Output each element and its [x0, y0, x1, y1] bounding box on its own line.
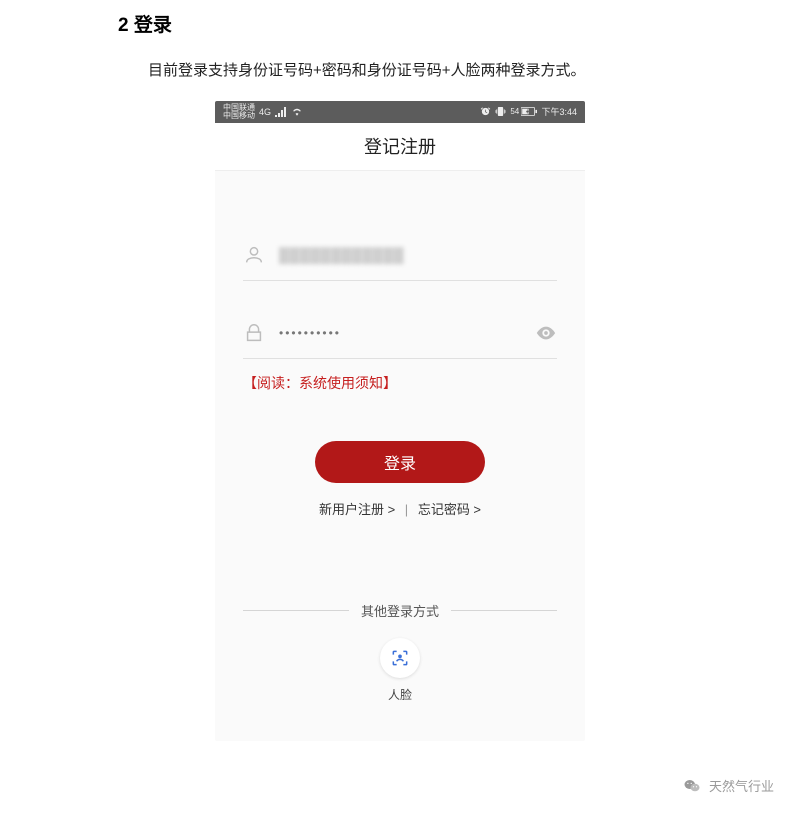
section-body: 目前登录支持身份证号码+密码和身份证号码+人脸两种登录方式。 — [118, 55, 682, 87]
wechat-icon — [683, 778, 701, 794]
lock-icon — [243, 322, 265, 344]
password-field[interactable]: •••••••••• — [243, 309, 557, 359]
face-label: 人脸 — [388, 686, 412, 703]
watermark: 天然气行业 — [683, 776, 774, 795]
notice-link[interactable]: 【阅读：系统使用须知】 — [243, 373, 557, 393]
status-bar: 中国联通 中国移动 4G 54 下午3:44 — [215, 101, 585, 123]
network-label: 4G — [259, 107, 271, 117]
alarm-icon — [480, 106, 491, 117]
page-title: 登记注册 — [364, 133, 436, 159]
id-field[interactable]: ████████████ — [243, 231, 557, 281]
vibrate-icon — [495, 106, 506, 117]
divider-left — [243, 610, 349, 611]
face-login-button[interactable]: 人脸 — [380, 638, 420, 703]
other-login-label: 其他登录方式 — [361, 601, 439, 620]
id-value: ████████████ — [279, 247, 557, 263]
login-button[interactable]: 登录 — [315, 441, 485, 483]
clock-time: 下午3:44 — [541, 105, 577, 118]
user-icon — [243, 244, 265, 266]
forgot-link[interactable]: 忘记密码 > — [418, 502, 481, 517]
section-heading: 2 登录 — [118, 10, 682, 37]
register-link[interactable]: 新用户注册 > — [319, 502, 395, 517]
battery-icon — [521, 107, 537, 116]
battery-level: 54 — [510, 107, 519, 116]
wifi-icon — [291, 107, 303, 117]
divider-right — [451, 610, 557, 611]
watermark-text: 天然气行业 — [709, 776, 774, 795]
carrier-2: 中国移动 — [223, 112, 255, 120]
link-separator: | — [405, 502, 408, 517]
eye-icon[interactable] — [535, 322, 557, 344]
face-icon — [390, 648, 410, 668]
signal-icon — [275, 107, 287, 117]
password-value: •••••••••• — [279, 326, 521, 340]
app-title-bar: 登记注册 — [215, 123, 585, 171]
phone-screenshot: 中国联通 中国移动 4G 54 下午3:44 登记注册 — [215, 101, 585, 741]
